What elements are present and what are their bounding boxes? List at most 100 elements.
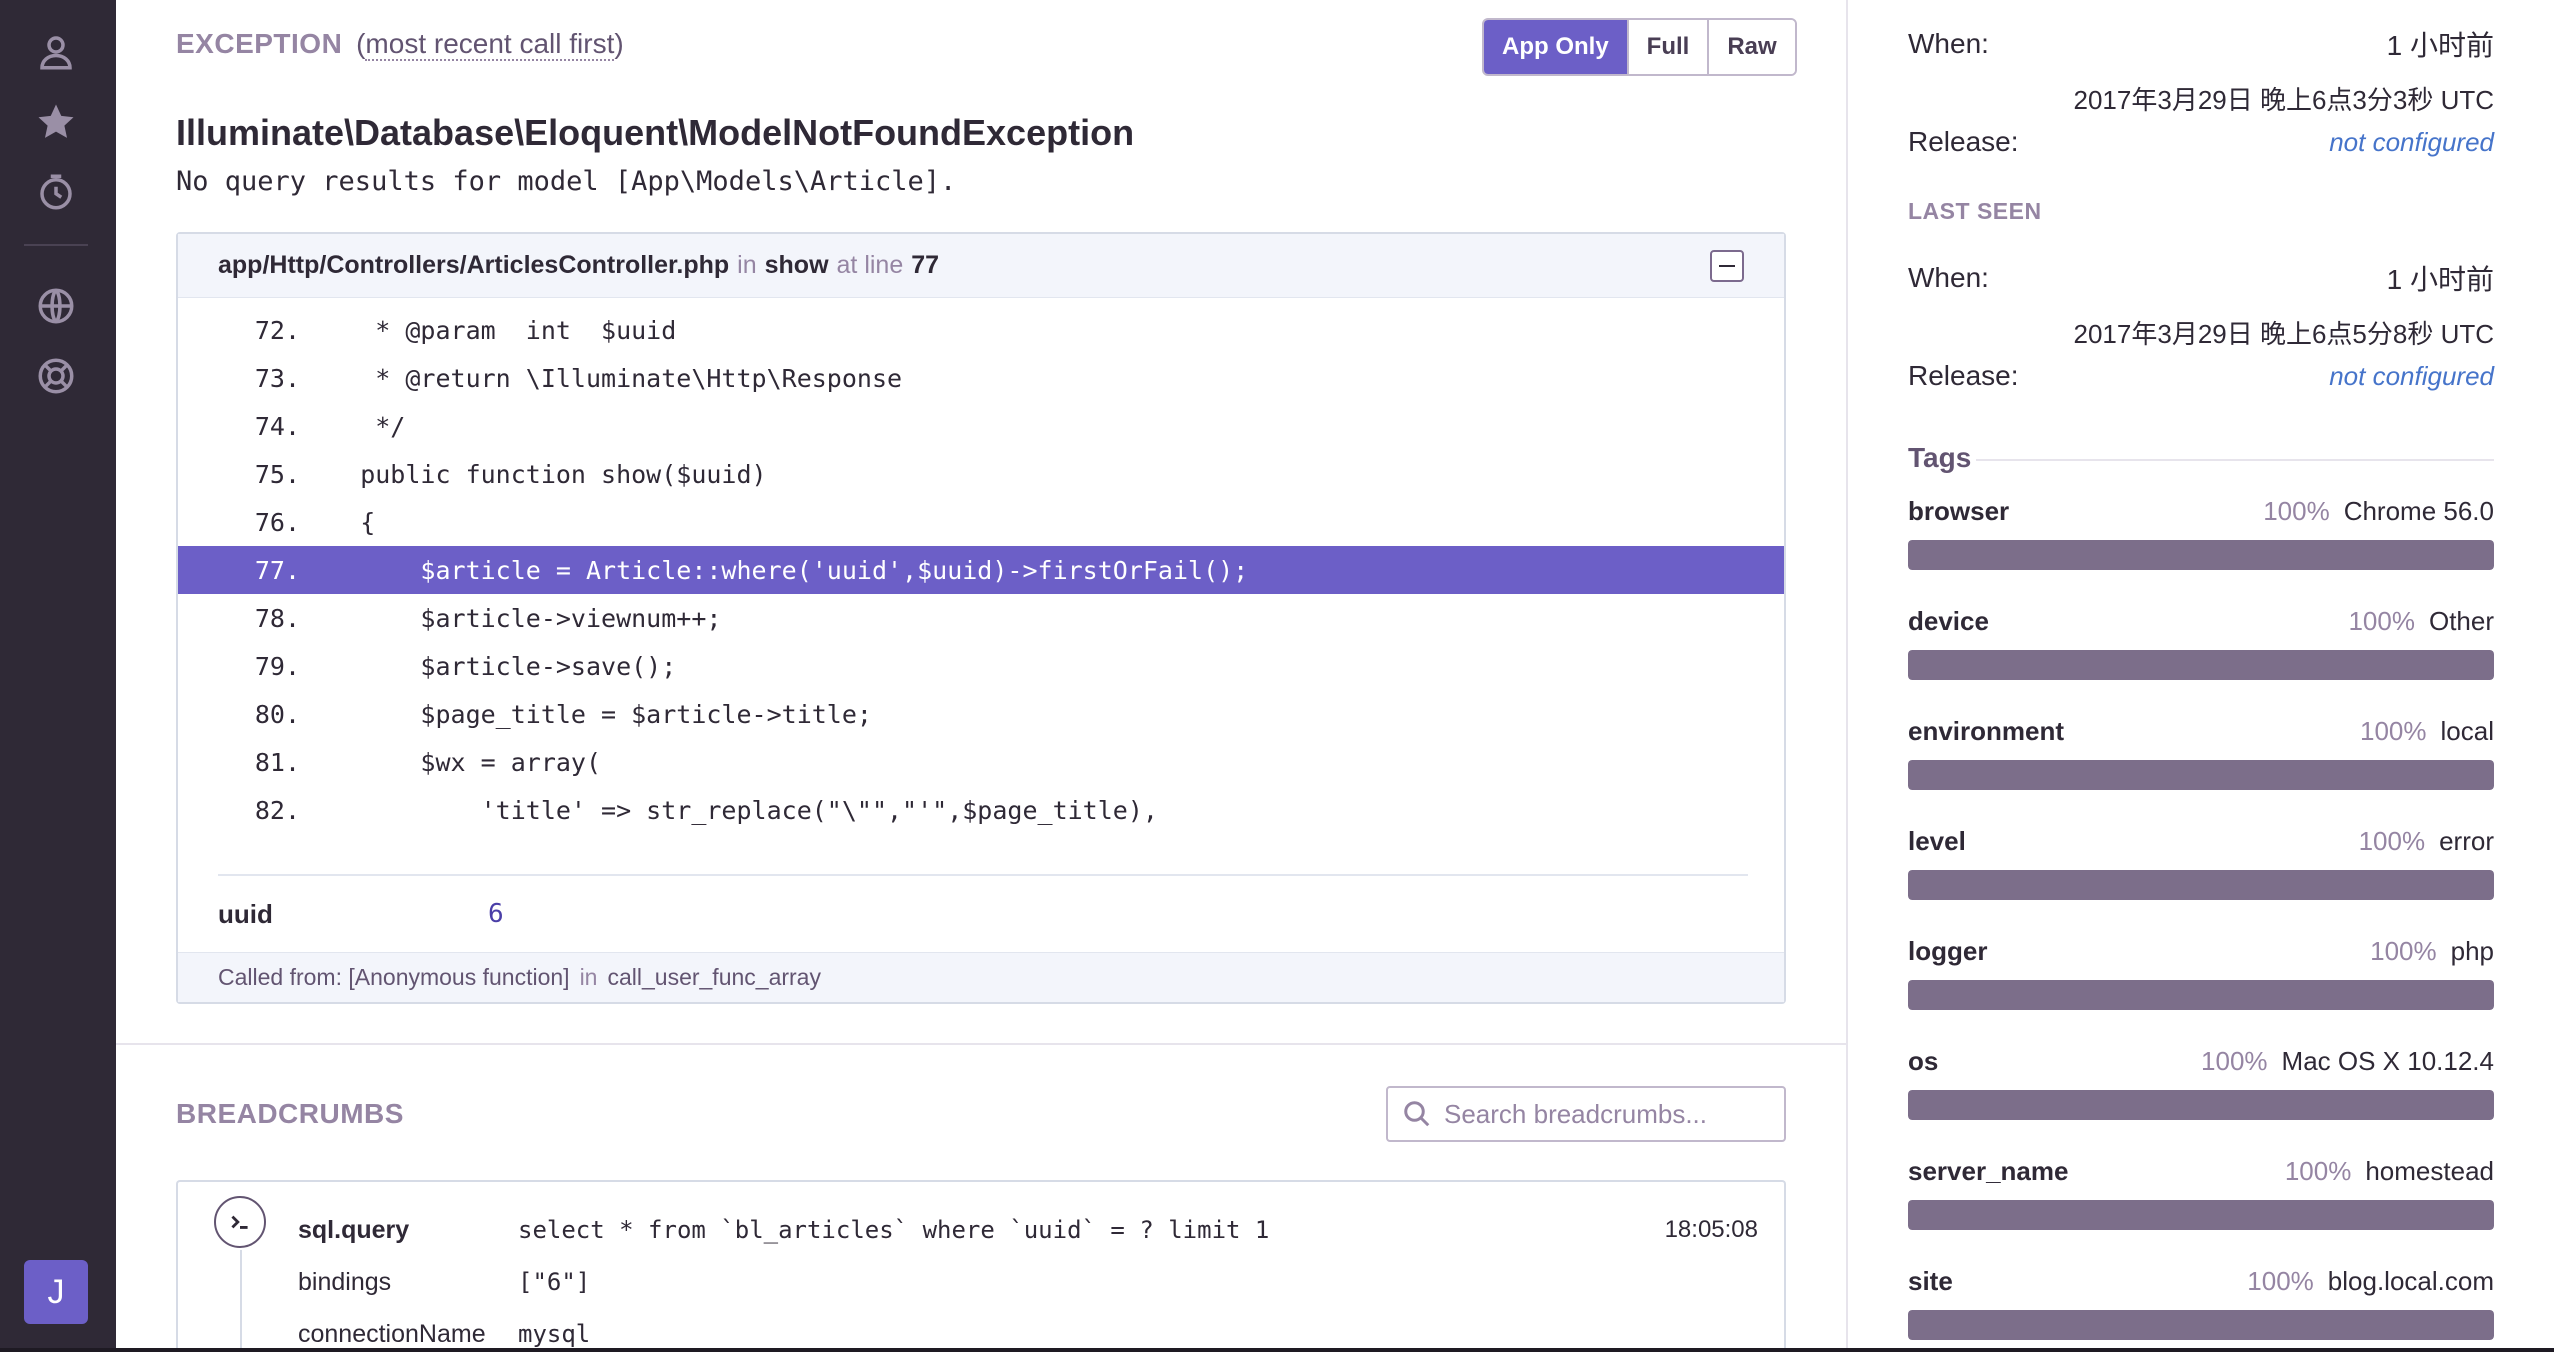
bindings-value: ["6"] — [518, 1268, 591, 1296]
tag-bar-fill — [1908, 1090, 2494, 1120]
tag-stats: 100% error — [2359, 826, 2494, 857]
tag-site[interactable]: site 100% blog.local.com — [1908, 1266, 2494, 1352]
frame-header[interactable]: app/Http/Controllers/ArticlesController.… — [178, 234, 1784, 298]
line-code: $article = Article::where('uuid',$uuid)-… — [300, 555, 1249, 585]
tag-value: Other — [2428, 606, 2494, 636]
called-from-function: [Anonymous function] — [348, 964, 570, 990]
line-number: 82. — [254, 795, 300, 825]
line-code: { — [300, 507, 376, 537]
tag-value: error — [2439, 826, 2494, 856]
tag-bar-fill — [1908, 650, 2494, 680]
first-seen-when: When: 1 小时前 — [1908, 24, 2494, 64]
breadcrumb-list: sql.query select * from `bl_articles` wh… — [176, 1180, 1786, 1352]
tag-server_name[interactable]: server_name 100% homestead — [1908, 1156, 2494, 1246]
section-divider — [116, 1043, 1846, 1045]
tag-distribution-bar[interactable] — [1908, 650, 2494, 680]
tag-logger[interactable]: logger 100% php — [1908, 936, 2494, 1026]
code-line: 73. * @return \Illuminate\Http\Response — [178, 354, 1784, 402]
tag-distribution-bar[interactable] — [1908, 1090, 2494, 1120]
tag-distribution-bar[interactable] — [1908, 980, 2494, 1010]
tag-value: Chrome 56.0 — [2343, 496, 2494, 526]
tag-stats: 100% blog.local.com — [2247, 1266, 2494, 1297]
order-link[interactable]: most recent call first — [365, 28, 615, 61]
tag-key: browser — [1908, 496, 2010, 526]
code-line: 74. */ — [178, 402, 1784, 450]
connection-value: mysql — [518, 1320, 591, 1348]
app-only-button[interactable]: App Only — [1484, 20, 1627, 74]
tag-bar-fill — [1908, 760, 2494, 790]
tag-environment[interactable]: environment 100% local — [1908, 716, 2494, 806]
tag-distribution-bar[interactable] — [1908, 540, 2494, 570]
tag-bar-fill — [1908, 980, 2494, 1010]
line-number: 81. — [254, 747, 300, 777]
sidebar: J — [0, 0, 116, 1352]
line-number: 76. — [254, 507, 300, 537]
order-suffix: ) — [614, 28, 624, 59]
tag-distribution-bar[interactable] — [1908, 1310, 2494, 1340]
line-number: 72. — [254, 315, 300, 345]
globe-icon[interactable] — [30, 280, 82, 332]
tag-os[interactable]: os 100% Mac OS X 10.12.4 — [1908, 1046, 2494, 1136]
frame-variable: uuid 6 — [218, 899, 504, 930]
tag-distribution-bar[interactable] — [1908, 760, 2494, 790]
variable-value: 6 — [488, 899, 504, 929]
line-number: 80. — [254, 699, 300, 729]
breadcrumbs-title: BREADCRUMBS — [176, 1098, 404, 1129]
tag-row: logger 100% php — [1908, 936, 2494, 967]
called-from-label: Called from: — [218, 964, 342, 990]
tag-row: browser 100% Chrome 56.0 — [1908, 496, 2494, 527]
last-seen-when: When: 1 小时前 — [1908, 258, 2494, 298]
exception-message: No query results for model [App\Models\A… — [176, 166, 957, 197]
line-code: $page_title = $article->title; — [300, 699, 872, 729]
last-seen-release: Release: not configured — [1908, 360, 2494, 392]
code-line: 75. public function show($uuid) — [178, 450, 1784, 498]
stack-frame: app/Http/Controllers/ArticlesController.… — [176, 232, 1786, 1004]
breadcrumb-search-input[interactable] — [1444, 1098, 1764, 1130]
star-icon[interactable] — [30, 96, 82, 148]
line-code: * @return \Illuminate\Http\Response — [300, 363, 903, 393]
tag-device[interactable]: device 100% Other — [1908, 606, 2494, 696]
tag-percent: 100% — [2284, 1156, 2352, 1186]
vars-divider — [218, 874, 1748, 876]
avatar[interactable]: J — [24, 1260, 88, 1324]
tag-percent: 100% — [2358, 826, 2426, 856]
last-seen-when-value: 1 小时前 — [2386, 264, 2494, 295]
tag-distribution-bar[interactable] — [1908, 1200, 2494, 1230]
tag-browser[interactable]: browser 100% Chrome 56.0 — [1908, 496, 2494, 586]
tag-key: server_name — [1908, 1156, 2069, 1186]
line-code: 'title' => str_replace("\"","'",$page_ti… — [300, 795, 1158, 825]
code-context: 72. * @param int $uuid 73. * @return \Ill… — [178, 306, 1784, 834]
tag-bar-fill — [1908, 1200, 2494, 1230]
line-number: 78. — [254, 603, 300, 633]
first-seen-release: Release: not configured — [1908, 126, 2494, 158]
tag-value: php — [2450, 936, 2494, 966]
tag-row: server_name 100% homestead — [1908, 1156, 2494, 1187]
tag-value: Mac OS X 10.12.4 — [2281, 1046, 2494, 1076]
last-seen-date: 2017年3月29日 晚上6点5分8秒 UTC — [2073, 319, 2494, 349]
user-icon[interactable] — [30, 26, 82, 78]
collapse-frame-button[interactable] — [1710, 250, 1744, 282]
tag-level[interactable]: level 100% error — [1908, 826, 2494, 916]
tag-value: blog.local.com — [2327, 1266, 2494, 1296]
activity-clock-icon[interactable] — [30, 166, 82, 218]
tag-row: site 100% blog.local.com — [1908, 1266, 2494, 1297]
breadcrumb-message: select * from `bl_articles` where `uuid`… — [518, 1216, 1270, 1244]
raw-button[interactable]: Raw — [1707, 20, 1795, 74]
breadcrumb-search — [1386, 1086, 1786, 1142]
tag-distribution-bar[interactable] — [1908, 870, 2494, 900]
lifebuoy-icon[interactable] — [30, 350, 82, 402]
tag-percent: 100% — [2201, 1046, 2268, 1076]
full-button[interactable]: Full — [1626, 20, 1708, 74]
first-seen-release-link[interactable]: not configured — [2329, 127, 2494, 158]
variable-key: uuid — [218, 899, 273, 929]
first-seen-date: 2017年3月29日 晚上6点3分3秒 UTC — [2073, 85, 2494, 115]
tag-value: homestead — [2365, 1156, 2494, 1186]
breadcrumb-data-row: bindings ["6"] — [298, 1256, 1758, 1308]
frame-at-line-word: at line — [836, 251, 904, 279]
last-seen-release-link[interactable]: not configured — [2329, 361, 2494, 392]
frame-in-word: in — [737, 251, 757, 279]
line-number: 75. — [254, 459, 300, 489]
tag-percent: 100% — [2370, 936, 2437, 966]
tag-stats: 100% local — [2360, 716, 2494, 747]
code-line: 78. $article->viewnum++; — [178, 594, 1784, 642]
